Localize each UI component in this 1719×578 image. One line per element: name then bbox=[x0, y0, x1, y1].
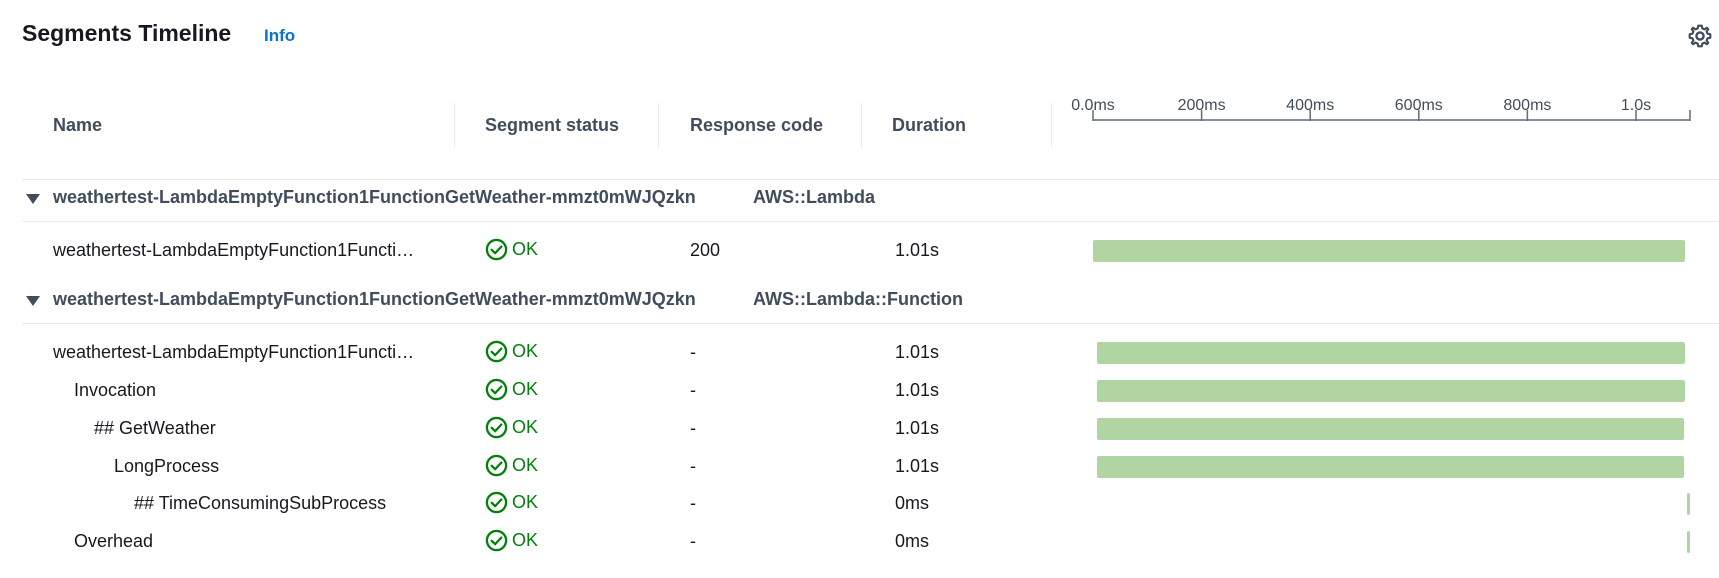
segment-status: OK bbox=[485, 340, 538, 363]
timeline-bar[interactable] bbox=[1687, 493, 1690, 515]
response-code: - bbox=[690, 380, 696, 400]
status-label: OK bbox=[512, 492, 539, 512]
segment-row[interactable]: LongProcess OK - 1.01s bbox=[0, 450, 1719, 484]
response-code: - bbox=[690, 456, 696, 476]
check-circle-icon bbox=[485, 238, 508, 261]
duration-value: 1.01s bbox=[895, 240, 940, 260]
status-label: OK bbox=[512, 341, 539, 361]
check-circle-icon bbox=[485, 340, 508, 363]
axis-tick-label: 400ms bbox=[1286, 97, 1334, 114]
segment-name[interactable]: weathertest-LambdaEmptyFunction1Functi… bbox=[53, 342, 414, 363]
response-code: - bbox=[690, 342, 696, 362]
group-name: weathertest-LambdaEmptyFunction1Function… bbox=[53, 289, 696, 309]
duration-value: 1.01s bbox=[895, 418, 940, 438]
segment-status: OK bbox=[485, 491, 538, 514]
response-code: 200 bbox=[690, 240, 721, 260]
caret-down-icon[interactable] bbox=[26, 194, 40, 204]
segment-row[interactable]: weathertest-LambdaEmptyFunction1Functi… O… bbox=[0, 234, 1719, 268]
group-type: AWS::Lambda::Function bbox=[753, 289, 963, 309]
segment-row[interactable]: Invocation OK - 1.01s bbox=[0, 374, 1719, 408]
group-divider bbox=[22, 221, 1719, 222]
axis-tick-label: 800ms bbox=[1503, 97, 1551, 114]
segment-name[interactable]: Invocation bbox=[74, 380, 156, 401]
status-label: OK bbox=[512, 239, 539, 259]
response-code: - bbox=[690, 531, 696, 551]
segment-status: OK bbox=[485, 454, 538, 477]
status-label: OK bbox=[512, 455, 539, 475]
segment-status: OK bbox=[485, 378, 538, 401]
check-circle-icon bbox=[485, 454, 508, 477]
segment-status: OK bbox=[485, 416, 538, 439]
segment-status: OK bbox=[485, 238, 538, 261]
timeline-bar[interactable] bbox=[1096, 456, 1685, 478]
status-label: OK bbox=[512, 379, 539, 399]
axis-tick-label: 200ms bbox=[1178, 97, 1226, 114]
segment-name[interactable]: ## TimeConsumingSubProcess bbox=[134, 493, 386, 514]
timeline-bar[interactable] bbox=[1687, 531, 1690, 553]
timeline-bar[interactable] bbox=[1093, 240, 1686, 262]
segment-row[interactable]: weathertest-LambdaEmptyFunction1Functi… O… bbox=[0, 336, 1719, 370]
duration-value: 1.01s bbox=[895, 380, 940, 400]
axis-tick-label: 0.0ms bbox=[1071, 97, 1115, 114]
check-circle-icon bbox=[485, 491, 508, 514]
axis-tick-label: 600ms bbox=[1395, 97, 1443, 114]
segment-row[interactable]: ## GetWeather OK - 1.01s bbox=[0, 412, 1719, 446]
duration-value: 1.01s bbox=[895, 456, 940, 476]
status-label: OK bbox=[512, 417, 539, 437]
duration-value: 1.01s bbox=[895, 342, 940, 362]
timeline-axis: 0.0ms 200ms 400ms 600ms 800ms 1.0s bbox=[1071, 97, 1691, 121]
check-circle-icon bbox=[485, 378, 508, 401]
group-divider bbox=[22, 323, 1719, 324]
response-code: - bbox=[690, 493, 696, 513]
segment-name[interactable]: LongProcess bbox=[114, 456, 219, 477]
caret-down-icon[interactable] bbox=[26, 296, 40, 306]
response-code: - bbox=[690, 418, 696, 438]
header-divider bbox=[22, 179, 1719, 180]
axis-tick-label: 1.0s bbox=[1621, 97, 1651, 114]
group-type: AWS::Lambda bbox=[753, 187, 876, 207]
duration-value: 0ms bbox=[895, 531, 930, 551]
status-label: OK bbox=[512, 530, 539, 550]
segment-name[interactable]: weathertest-LambdaEmptyFunction1Functi… bbox=[53, 240, 414, 261]
segment-row[interactable]: ## TimeConsumingSubProcess OK - 0ms bbox=[0, 487, 1719, 521]
group-name: weathertest-LambdaEmptyFunction1Function… bbox=[53, 187, 696, 207]
segment-name[interactable]: Overhead bbox=[74, 531, 153, 552]
segment-status: OK bbox=[485, 529, 538, 552]
segment-row[interactable]: Overhead OK - 0ms bbox=[0, 525, 1719, 559]
timeline-bar[interactable] bbox=[1096, 380, 1686, 402]
duration-value: 0ms bbox=[895, 493, 930, 513]
timeline-bar[interactable] bbox=[1096, 418, 1685, 440]
check-circle-icon bbox=[485, 416, 508, 439]
timeline-bar[interactable] bbox=[1096, 342, 1686, 364]
segment-name[interactable]: ## GetWeather bbox=[94, 418, 216, 439]
check-circle-icon bbox=[485, 529, 508, 552]
